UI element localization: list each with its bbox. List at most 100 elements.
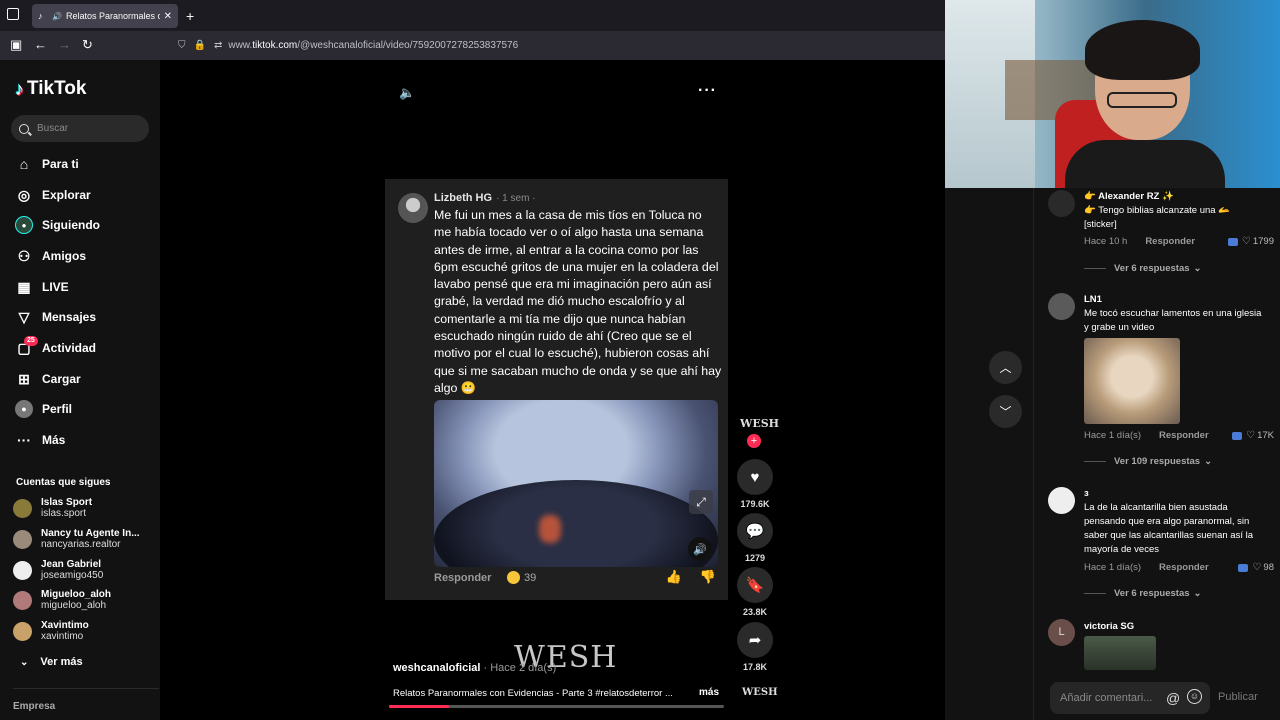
following-account[interactable]: Nancy tu Agente In... nancyarias.realtor — [13, 526, 153, 552]
comment-meta: Hace 10 h Responder ♡ 1799 — [1084, 236, 1274, 247]
comment-image[interactable] — [1084, 338, 1180, 424]
video-progress-bar[interactable] — [389, 705, 724, 708]
tiktok-logo[interactable]: ♪ TikTok — [15, 78, 86, 100]
menu-item-para-ti[interactable]: ⌂ Para ti — [15, 153, 79, 175]
permissions-icon[interactable]: ⇄ — [214, 40, 222, 51]
comment-author[interactable]: з — [1084, 488, 1089, 499]
menu-item-perfil[interactable]: ● Perfil — [15, 398, 72, 420]
like-button[interactable]: ♡ 1799 — [1227, 236, 1274, 247]
heart-icon: ♥ — [750, 468, 760, 486]
follow-plus-icon[interactable]: + — [747, 434, 761, 448]
sidebar-toggle-icon[interactable]: ▣ — [10, 37, 22, 53]
comment-author[interactable]: victoria SG — [1084, 621, 1134, 632]
expand-icon[interactable]: ⤢ — [689, 490, 713, 514]
video-description: Relatos Paranormales con Evidencias - Pa… — [393, 688, 673, 699]
volume-icon[interactable]: 🔊 — [688, 537, 712, 561]
new-tab-button[interactable]: + — [186, 8, 194, 24]
activity-badge: 25 — [24, 336, 38, 346]
menu-label: Perfil — [42, 402, 73, 416]
menu-label: Explorar — [42, 188, 91, 202]
avatar[interactable] — [1048, 293, 1075, 320]
share-button[interactable]: ➦ — [737, 622, 773, 658]
shield-icon[interactable]: ⛉ — [178, 40, 186, 51]
account-name: Jean Gabriel — [41, 559, 102, 570]
avatar[interactable] — [1048, 190, 1075, 217]
post-comment-button[interactable]: Publicar — [1218, 691, 1258, 703]
previous-video-button[interactable]: ︿ — [989, 351, 1022, 384]
account-handle: islas.sport — [41, 508, 87, 519]
address-bar[interactable]: ⛉ 🔒 ⇄ www.tiktok.com/@weshcanaloficial/v… — [178, 34, 938, 56]
more-options-icon[interactable]: ··· — [698, 82, 717, 100]
avatar[interactable] — [1048, 487, 1075, 514]
following-account[interactable]: Islas Sport islas.sport — [13, 495, 153, 521]
tiktok-logo-icon: ♪ — [15, 78, 24, 99]
lock-icon[interactable]: 🔒 — [194, 40, 206, 51]
following-account[interactable]: Xavintimo xavintimo — [13, 618, 153, 644]
reload-icon[interactable]: ↻ — [82, 37, 93, 53]
back-icon[interactable]: ← — [34, 37, 47, 52]
account-name: Migueloo_aloh — [41, 589, 111, 600]
more-link[interactable]: más — [699, 687, 719, 698]
streamer-hair — [1085, 20, 1200, 80]
search-input[interactable]: Buscar — [11, 115, 149, 142]
browser-tab[interactable]: ♪ 🔊 Relatos Paranormales con E ✕ — [32, 4, 178, 28]
avatar — [13, 498, 32, 518]
tab-close-icon[interactable]: ✕ — [164, 11, 172, 22]
see-more-button[interactable]: ⌄ Ver más — [20, 656, 83, 668]
comment-author[interactable]: LN1 — [1084, 294, 1102, 305]
sidebar: ♪ TikTok Buscar ⌂ Para ti ◎ Explorar ● S… — [0, 60, 160, 720]
menu-item-amigos[interactable]: ⚇ Amigos — [15, 245, 86, 267]
thumbs-down-icon[interactable]: 👎 — [700, 569, 716, 584]
music-disc-badge[interactable]: WESH — [742, 687, 778, 698]
view-replies-button[interactable]: Ver 6 respuestas ⌄ — [1084, 263, 1202, 274]
menu-item-mas[interactable]: ··· Más — [15, 429, 65, 451]
menu-label: Amigos — [42, 249, 87, 263]
following-account[interactable]: Jean Gabriel joseamigo450 — [13, 557, 153, 583]
menu-item-siguiendo[interactable]: ● Siguiendo — [15, 214, 100, 236]
view-replies-button[interactable]: Ver 6 respuestas ⌄ — [1084, 588, 1202, 599]
avatar[interactable]: L — [1048, 619, 1075, 646]
comment-input[interactable]: Añadir comentari... — [1050, 682, 1210, 714]
reply-button[interactable]: Responder — [434, 572, 491, 584]
comment-meta: Hace 1 día(s) Responder ♡ 17K — [1084, 430, 1274, 441]
forward-icon[interactable]: → — [58, 37, 71, 52]
comment-video-thumbnail[interactable]: ⤢ 🔊 — [434, 400, 718, 567]
volume-icon[interactable]: 🔈 — [399, 85, 415, 101]
avatar — [13, 621, 32, 641]
menu-item-explorar[interactable]: ◎ Explorar — [15, 184, 91, 206]
saves-count: 23.8K — [742, 607, 768, 617]
video-author[interactable]: weshcanaloficial · Hace 2 día(s) — [393, 662, 556, 674]
mention-icon[interactable]: @ — [1166, 690, 1180, 706]
company-link[interactable]: Empresa — [13, 701, 55, 712]
thumbs-up-icon[interactable]: 👍 — [666, 569, 682, 584]
reply-button[interactable]: Responder — [1159, 430, 1209, 441]
menu-item-actividad[interactable]: ▢ 25 Actividad — [15, 336, 96, 359]
view-replies-button[interactable]: Ver 109 respuestas ⌄ — [1084, 456, 1212, 467]
comment-author[interactable]: 👉 Alexander RZ ✨ — [1084, 191, 1174, 202]
bookmark-icon: 🔖 — [745, 577, 765, 594]
save-button[interactable]: 🔖 — [737, 567, 773, 603]
url-text[interactable]: www.tiktok.com/@weshcanaloficial/video/7… — [228, 40, 518, 51]
streamer-webcam-overlay — [945, 0, 1280, 188]
reply-button[interactable]: Responder — [1159, 562, 1209, 573]
following-account[interactable]: Migueloo_aloh migueloo_aloh — [13, 587, 153, 613]
live-icon: ▦ — [17, 278, 31, 295]
like-button[interactable]: ♡ 98 — [1238, 562, 1274, 573]
shares-count: 17.8K — [742, 662, 768, 672]
speaker-icon[interactable]: 🔊 — [52, 12, 62, 21]
featured-comment-card: Lizbeth HG · 1 sem · Me fui un mes a la c… — [385, 179, 728, 600]
menu-item-live[interactable]: ▦ LIVE — [15, 276, 68, 298]
like-button[interactable]: ♡ 17K — [1232, 430, 1274, 441]
like-button[interactable]: ♥ — [737, 459, 773, 495]
emoji-icon[interactable]: ☺ — [1187, 689, 1202, 704]
comment-time: Hace 1 día(s) — [1084, 562, 1142, 573]
avatar — [13, 529, 32, 549]
comment-button[interactable]: 💬 — [737, 513, 773, 549]
menu-item-mensajes[interactable]: ▽ Mensajes — [15, 306, 96, 328]
account-handle: nancyarias.realtor — [41, 539, 121, 550]
menu-item-cargar[interactable]: ⊞ Cargar — [15, 368, 81, 390]
next-video-button[interactable]: ﹀ — [989, 395, 1022, 428]
comment-image[interactable] — [1084, 636, 1156, 670]
reply-button[interactable]: Responder — [1145, 236, 1195, 247]
tab-list-icon[interactable] — [7, 8, 19, 20]
